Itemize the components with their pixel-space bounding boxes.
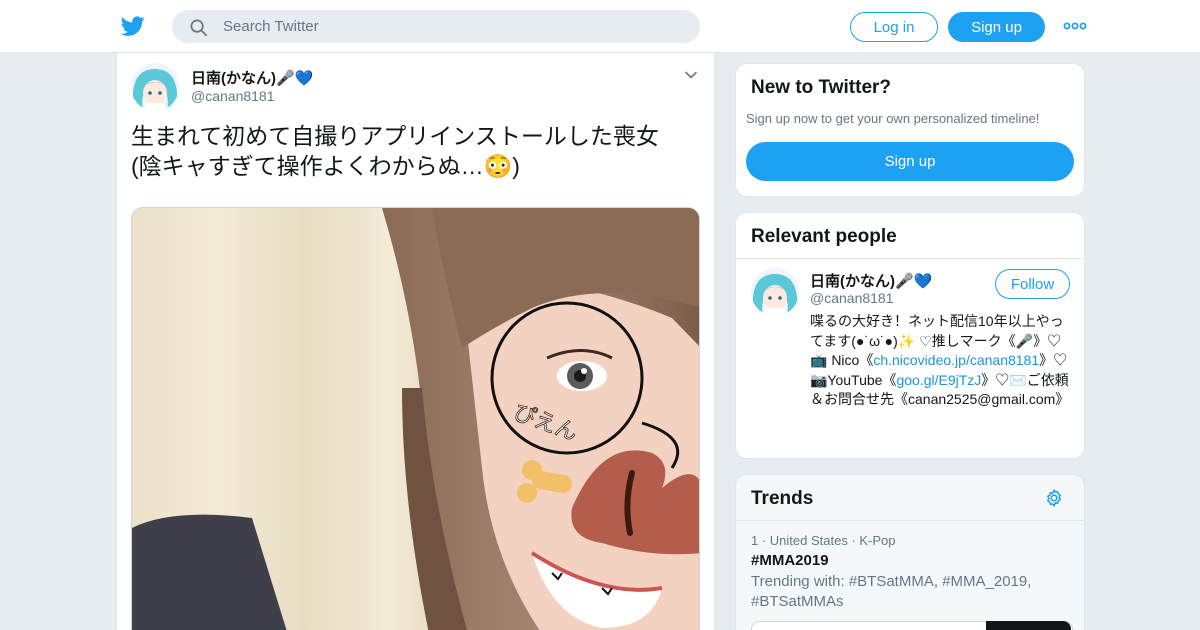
person-bio: 喋るの大好き！ネット配信10年以上やってます(●˙ω˙●)✨ ♡推しマーク《🎤》…	[810, 312, 1072, 410]
trend-meta: 1 · United States · K-Pop	[751, 533, 896, 548]
card-title: Relevant people	[751, 226, 897, 247]
tweet-text: 生まれて初めて自撮りアプリインストールした喪女 (陰キャすぎて操作よくわからぬ……	[131, 121, 691, 181]
tweet-card: 日南(かなん)🎤💙 @canan8181 生まれて初めて自撮りアプリインストール…	[116, 53, 715, 630]
avatar[interactable]	[751, 268, 799, 316]
avatar[interactable]	[131, 63, 179, 111]
divider	[736, 520, 1084, 521]
signup-button[interactable]: Sign up	[948, 12, 1045, 42]
trends-card: Trends 1 · United States · K-Pop #MMA201…	[735, 474, 1085, 630]
trend-name[interactable]: #MMA2019	[751, 552, 829, 569]
twitter-logo-icon[interactable]	[120, 14, 146, 38]
person-name[interactable]: 日南(かなん)🎤💙	[810, 270, 932, 291]
person-handle[interactable]: @canan8181	[810, 290, 894, 306]
author-name[interactable]: 日南(かなん)🎤💙	[191, 67, 313, 88]
tweet-photo[interactable]: ぴえん	[131, 207, 700, 630]
top-navigation-bar: Log in Sign up	[0, 0, 1200, 53]
search-icon	[190, 19, 207, 36]
trend-media-thumbnail[interactable]	[986, 621, 1071, 630]
tweet-text-line: 生まれて初めて自撮りアプリインストールした喪女	[131, 123, 659, 149]
card-subtitle: Sign up now to get your own personalized…	[746, 111, 1040, 126]
card-title: Trends	[751, 488, 814, 509]
chevron-down-icon[interactable]	[683, 67, 699, 83]
divider	[736, 258, 1084, 259]
login-button[interactable]: Log in	[850, 12, 938, 42]
card-title: New to Twitter?	[751, 77, 892, 98]
nico-link[interactable]: ch.nicovideo.jp/canan8181	[873, 352, 1039, 368]
search-input[interactable]	[223, 11, 683, 42]
relevant-people-card: Relevant people 日南(かなん)🎤💙 @canan8181 Fol…	[735, 212, 1085, 459]
tweet-text-line: (陰キャすぎて操作よくわからぬ…😳)	[131, 153, 520, 179]
more-dots-icon[interactable]	[1062, 18, 1088, 34]
search-box[interactable]	[172, 10, 700, 43]
new-to-twitter-card: New to Twitter? Sign up now to get your …	[735, 63, 1085, 197]
signup-button[interactable]: Sign up	[746, 142, 1074, 181]
trend-trending-with: Trending with: #BTSatMMA, #MMA_2019, #BT…	[751, 573, 1032, 610]
author-handle[interactable]: @canan8181	[191, 88, 275, 104]
gear-icon[interactable]	[1044, 488, 1064, 508]
follow-button[interactable]: Follow	[995, 269, 1070, 299]
youtube-link[interactable]: goo.gl/E9jTzJ	[896, 372, 981, 388]
